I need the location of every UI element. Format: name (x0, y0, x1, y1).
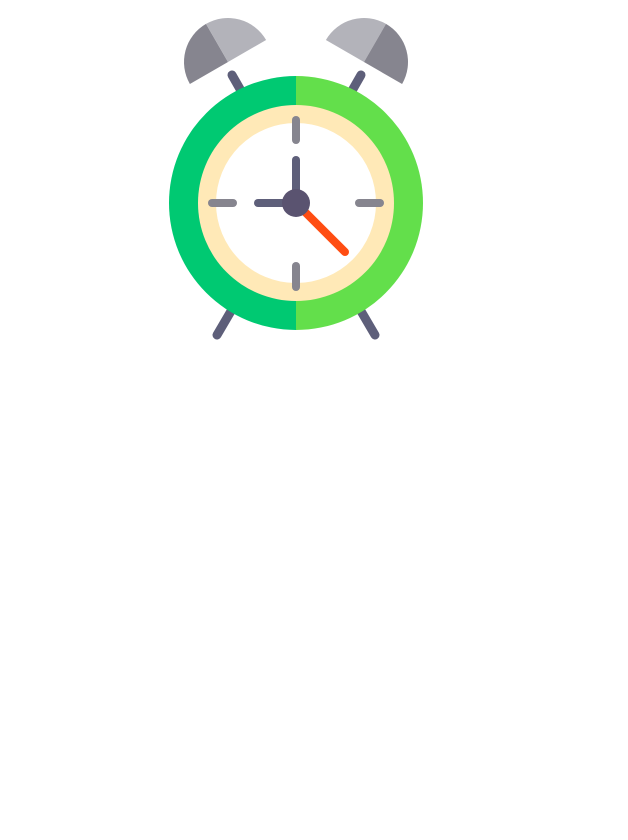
right-bell (325, 18, 408, 84)
alarm-clock-icon (169, 18, 423, 340)
left-bell (184, 18, 267, 84)
canvas (0, 0, 628, 840)
clock-hub (282, 189, 310, 217)
